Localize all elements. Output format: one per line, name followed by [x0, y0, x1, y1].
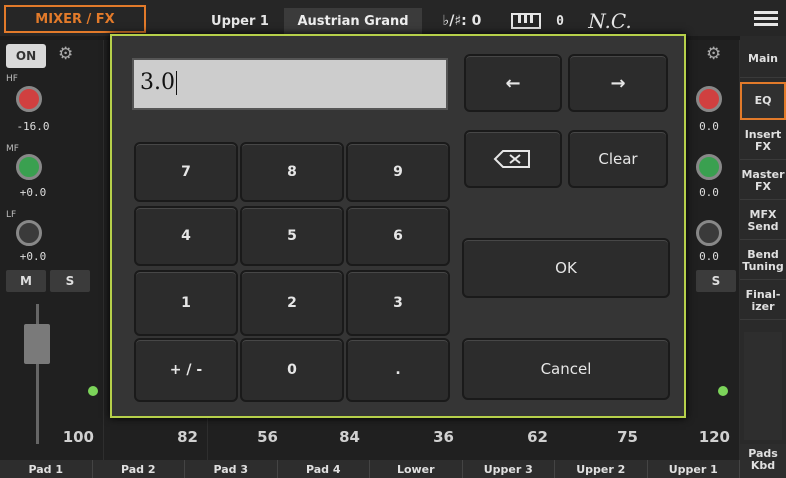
volume-value: 82: [177, 428, 198, 446]
hf-value: 0.0: [699, 120, 719, 133]
volume-value: 36: [433, 428, 454, 446]
lf-knob[interactable]: [696, 220, 722, 246]
channel-on-button[interactable]: ON: [6, 44, 46, 68]
mf-knob[interactable]: [16, 154, 42, 180]
mf-label: MF: [6, 144, 19, 154]
clear-button[interactable]: Clear: [568, 130, 668, 188]
active-led: [718, 386, 728, 396]
sign-toggle-button[interactable]: + / -: [134, 338, 238, 402]
sidebar-item-eq[interactable]: EQ: [740, 82, 786, 120]
decimal-point-button[interactable]: .: [346, 338, 450, 402]
mixer-fx-screen: MIXER / FX Upper 1 Austrian Grand ♭/♯: 0…: [0, 0, 786, 478]
mixer-strip-pad-1: ON ⚙ HF -16.0 MF +0.0 LF +0.0 M S 100: [0, 40, 104, 464]
numeric-keypad-dialog: 3.0 ← → Clear 7 8 9 4 5 6 OK 1 2 3 + / -…: [110, 34, 686, 418]
active-led: [88, 386, 98, 396]
channel-name[interactable]: Lower: [370, 460, 463, 478]
sidebar-item-finalizer[interactable]: Final-izer: [740, 282, 786, 320]
volume-value: 75: [617, 428, 638, 446]
chord-readout: N.C.: [588, 9, 632, 33]
channel-name[interactable]: Pad 2: [93, 460, 185, 478]
text-caret: [176, 71, 177, 95]
solo-button[interactable]: S: [50, 270, 90, 292]
volume-value: 84: [339, 428, 360, 446]
lf-knob[interactable]: [16, 220, 42, 246]
top-bar: MIXER / FX Upper 1 Austrian Grand ♭/♯: 0…: [0, 0, 786, 36]
keyboard-part-label[interactable]: Upper 1: [200, 8, 280, 34]
channel-name[interactable]: Pad 4: [278, 460, 370, 478]
channel-name[interactable]: Upper 2: [555, 460, 648, 478]
key-6[interactable]: 6: [346, 206, 450, 266]
cursor-left-button[interactable]: ←: [464, 54, 562, 112]
key-8[interactable]: 8: [240, 142, 344, 202]
key-0[interactable]: 0: [240, 338, 344, 402]
backspace-icon: [493, 150, 530, 168]
solo-button[interactable]: S: [696, 270, 736, 292]
volume-value: 100: [62, 428, 94, 446]
cancel-button[interactable]: Cancel: [462, 338, 670, 400]
hf-knob[interactable]: [16, 86, 42, 112]
key-9[interactable]: 9: [346, 142, 450, 202]
mode-tab[interactable]: MIXER / FX: [4, 5, 146, 33]
channel-name[interactable]: Upper 1: [648, 460, 740, 478]
key-5[interactable]: 5: [240, 206, 344, 266]
cursor-right-button[interactable]: →: [568, 54, 668, 112]
hf-label: HF: [6, 74, 18, 84]
value-input[interactable]: 3.0: [132, 58, 448, 110]
channel-name-bar: Pad 1 Pad 2 Pad 3 Pad 4 Lower Upper 3 Up…: [0, 460, 740, 478]
mf-value: +0.0: [19, 186, 47, 199]
channel-name[interactable]: Pad 1: [0, 460, 93, 478]
hf-value: -16.0: [16, 120, 50, 133]
value-text: 3.0: [140, 70, 175, 95]
sidebar-item-mfx-send[interactable]: MFX Send: [740, 202, 786, 240]
hf-knob[interactable]: [696, 86, 722, 112]
menu-icon[interactable]: [754, 8, 778, 28]
pads-kbd-button[interactable]: Pads Kbd: [740, 444, 786, 478]
mute-button[interactable]: M: [6, 270, 46, 292]
key-4[interactable]: 4: [134, 206, 238, 266]
sidebar-item-master-fx[interactable]: Master FX: [740, 162, 786, 200]
lf-label: LF: [6, 210, 17, 220]
volume-value: 56: [257, 428, 278, 446]
octave-readout[interactable]: 0: [548, 8, 572, 34]
gear-icon[interactable]: ⚙: [58, 44, 73, 64]
sidebar-item-main[interactable]: Main: [740, 40, 786, 78]
fader-handle[interactable]: [24, 324, 50, 364]
channel-name[interactable]: Upper 3: [463, 460, 555, 478]
arrow-left-icon: ←: [505, 72, 521, 94]
backspace-button[interactable]: [464, 130, 562, 188]
lf-value: +0.0: [19, 250, 47, 263]
mf-value: 0.0: [699, 186, 719, 199]
gear-icon[interactable]: ⚙: [706, 44, 721, 64]
section-sidebar: Main EQ Insert FX Master FX MFX Send Ben…: [740, 36, 786, 444]
ok-button[interactable]: OK: [462, 238, 670, 298]
keyboard-icon: [508, 8, 544, 34]
key-7[interactable]: 7: [134, 142, 238, 202]
sidebar-item-bend-tuning[interactable]: Bend Tuning: [740, 242, 786, 280]
channel-name[interactable]: Pad 3: [185, 460, 278, 478]
key-2[interactable]: 2: [240, 270, 344, 336]
lf-value: 0.0: [699, 250, 719, 263]
key-1[interactable]: 1: [134, 270, 238, 336]
level-meter: [744, 332, 782, 440]
sound-name-button[interactable]: Austrian Grand: [284, 8, 422, 34]
key-3[interactable]: 3: [346, 270, 450, 336]
transpose-readout[interactable]: ♭/♯: 0: [432, 8, 492, 34]
sidebar-item-insert-fx[interactable]: Insert FX: [740, 122, 786, 160]
volume-value: 120: [698, 428, 730, 446]
arrow-right-icon: →: [610, 72, 626, 94]
volume-value: 62: [527, 428, 548, 446]
mf-knob[interactable]: [696, 154, 722, 180]
